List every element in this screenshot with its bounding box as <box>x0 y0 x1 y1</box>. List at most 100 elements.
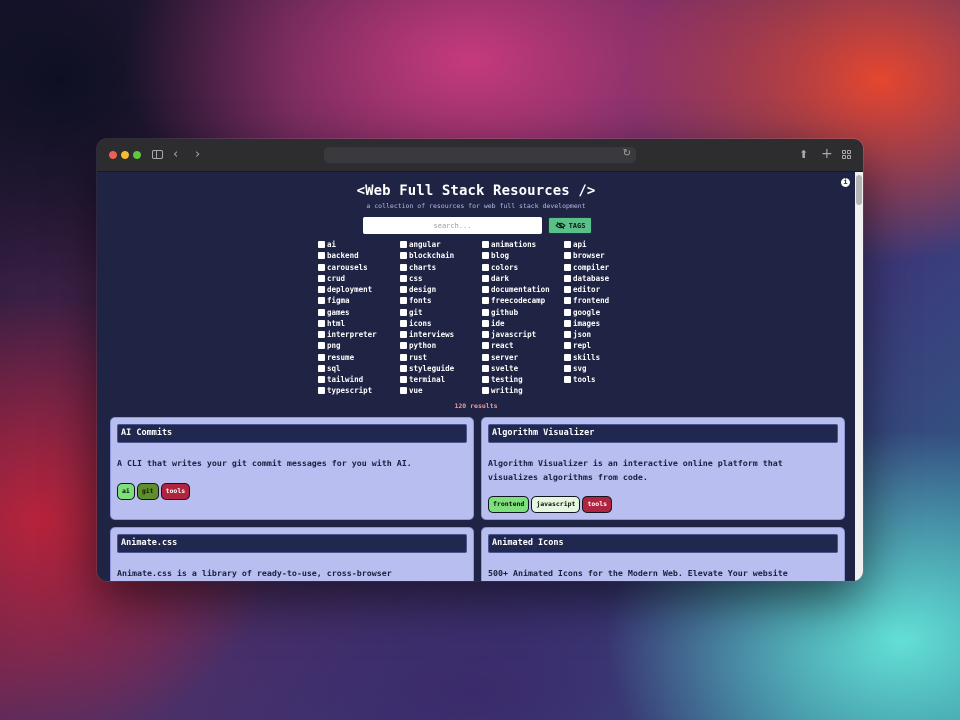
tag-checkbox[interactable] <box>482 263 489 271</box>
tag-checkbox[interactable] <box>400 376 407 384</box>
tag-checkbox[interactable] <box>318 387 325 395</box>
tag-badge[interactable]: ai <box>117 483 135 500</box>
tag-filter-images[interactable]: images <box>564 318 616 329</box>
tag-filter-blog[interactable]: blog <box>482 250 564 261</box>
tag-checkbox[interactable] <box>318 252 325 260</box>
tag-checkbox[interactable] <box>318 364 325 372</box>
tag-filter-tools[interactable]: tools <box>564 374 616 385</box>
tag-checkbox[interactable] <box>482 308 489 316</box>
tag-filter-ide[interactable]: ide <box>482 318 564 329</box>
tag-checkbox[interactable] <box>482 274 489 282</box>
new-tab-icon[interactable]: + <box>821 146 833 162</box>
tag-filter-interviews[interactable]: interviews <box>400 329 482 340</box>
tag-filter-json[interactable]: json <box>564 329 616 340</box>
tag-filter-tailwind[interactable]: tailwind <box>318 374 400 385</box>
tag-filter-writing[interactable]: writing <box>482 385 564 396</box>
tag-filter-api[interactable]: api <box>564 239 616 250</box>
tag-filter-css[interactable]: css <box>400 273 482 284</box>
reload-icon[interactable]: ↻ <box>623 148 631 159</box>
card-title[interactable]: Animate.css <box>117 534 467 553</box>
tag-checkbox[interactable] <box>400 286 407 294</box>
tag-checkbox[interactable] <box>482 353 489 361</box>
sidebar-toggle-icon[interactable] <box>152 150 163 159</box>
tag-filter-design[interactable]: design <box>400 284 482 295</box>
tag-filter-python[interactable]: python <box>400 340 482 351</box>
tag-checkbox[interactable] <box>318 297 325 305</box>
forward-arrow-icon[interactable]: › <box>195 147 200 163</box>
tag-filter-html[interactable]: html <box>318 318 400 329</box>
tag-checkbox[interactable] <box>482 364 489 372</box>
tag-badge[interactable]: javascript <box>531 496 581 513</box>
tag-filter-git[interactable]: git <box>400 307 482 318</box>
tag-checkbox[interactable] <box>564 241 571 249</box>
tag-filter-browser[interactable]: browser <box>564 250 616 261</box>
tag-filter-games[interactable]: games <box>318 307 400 318</box>
tag-filter-icons[interactable]: icons <box>400 318 482 329</box>
resource-card[interactable]: Animated Icons 500+ Animated Icons for t… <box>481 527 845 581</box>
tag-badge[interactable]: tools <box>160 483 191 500</box>
zoom-window-button[interactable] <box>133 151 141 159</box>
tag-checkbox[interactable] <box>564 274 571 282</box>
tag-filter-deployment[interactable]: deployment <box>318 284 400 295</box>
tag-checkbox[interactable] <box>482 286 489 294</box>
tag-filter-styleguide[interactable]: styleguide <box>400 363 482 374</box>
tag-filter-documentation[interactable]: documentation <box>482 284 564 295</box>
tag-filter-github[interactable]: github <box>482 307 564 318</box>
tag-checkbox[interactable] <box>318 353 325 361</box>
scrollbar[interactable] <box>855 172 863 581</box>
tag-checkbox[interactable] <box>482 252 489 260</box>
tag-filter-ai[interactable]: ai <box>318 239 400 250</box>
address-bar[interactable]: ↻ <box>324 147 636 163</box>
tag-filter-typescript[interactable]: typescript <box>318 385 400 396</box>
tag-checkbox[interactable] <box>400 353 407 361</box>
tag-checkbox[interactable] <box>564 331 571 339</box>
tag-checkbox[interactable] <box>400 297 407 305</box>
tag-checkbox[interactable] <box>400 364 407 372</box>
tag-checkbox[interactable] <box>564 263 571 271</box>
card-title[interactable]: Algorithm Visualizer <box>488 424 838 443</box>
tag-filter-interpreter[interactable]: interpreter <box>318 329 400 340</box>
tag-filter-svg[interactable]: svg <box>564 363 616 374</box>
tag-checkbox[interactable] <box>564 376 571 384</box>
tag-filter-javascript[interactable]: javascript <box>482 329 564 340</box>
tag-filter-react[interactable]: react <box>482 340 564 351</box>
tag-filter-vue[interactable]: vue <box>400 385 482 396</box>
tag-filter-colors[interactable]: colors <box>482 262 564 273</box>
tag-checkbox[interactable] <box>318 308 325 316</box>
tag-checkbox[interactable] <box>482 342 489 350</box>
tag-filter-skills[interactable]: skills <box>564 352 616 363</box>
back-arrow-icon[interactable]: ‹ <box>173 147 178 163</box>
tag-checkbox[interactable] <box>564 252 571 260</box>
tag-filter-angular[interactable]: angular <box>400 239 482 250</box>
tag-filter-editor[interactable]: editor <box>564 284 616 295</box>
tag-checkbox[interactable] <box>564 364 571 372</box>
tag-checkbox[interactable] <box>400 263 407 271</box>
tag-filter-blockchain[interactable]: blockchain <box>400 250 482 261</box>
tag-filter-figma[interactable]: figma <box>318 295 400 306</box>
minimize-window-button[interactable] <box>121 151 129 159</box>
tag-filter-backend[interactable]: backend <box>318 250 400 261</box>
tag-filter-crud[interactable]: crud <box>318 273 400 284</box>
tag-checkbox[interactable] <box>564 353 571 361</box>
search-input[interactable] <box>363 217 542 234</box>
tag-checkbox[interactable] <box>400 252 407 260</box>
tag-badge[interactable]: tools <box>582 496 613 513</box>
tag-filter-svelte[interactable]: svelte <box>482 363 564 374</box>
tag-checkbox[interactable] <box>318 319 325 327</box>
scrollbar-thumb[interactable] <box>856 175 862 205</box>
tag-filter-dark[interactable]: dark <box>482 273 564 284</box>
tag-checkbox[interactable] <box>318 263 325 271</box>
tag-filter-rust[interactable]: rust <box>400 352 482 363</box>
tag-badge[interactable]: frontend <box>488 496 530 513</box>
tag-checkbox[interactable] <box>564 297 571 305</box>
tag-filter-resume[interactable]: resume <box>318 352 400 363</box>
tag-checkbox[interactable] <box>564 342 571 350</box>
tag-badge[interactable]: git <box>136 483 159 500</box>
tag-checkbox[interactable] <box>318 274 325 282</box>
resource-card[interactable]: Algorithm Visualizer Algorithm Visualize… <box>481 417 845 520</box>
tag-filter-sql[interactable]: sql <box>318 363 400 374</box>
tag-checkbox[interactable] <box>564 286 571 294</box>
tag-filter-animations[interactable]: animations <box>482 239 564 250</box>
tag-filter-database[interactable]: database <box>564 273 616 284</box>
tag-checkbox[interactable] <box>482 331 489 339</box>
